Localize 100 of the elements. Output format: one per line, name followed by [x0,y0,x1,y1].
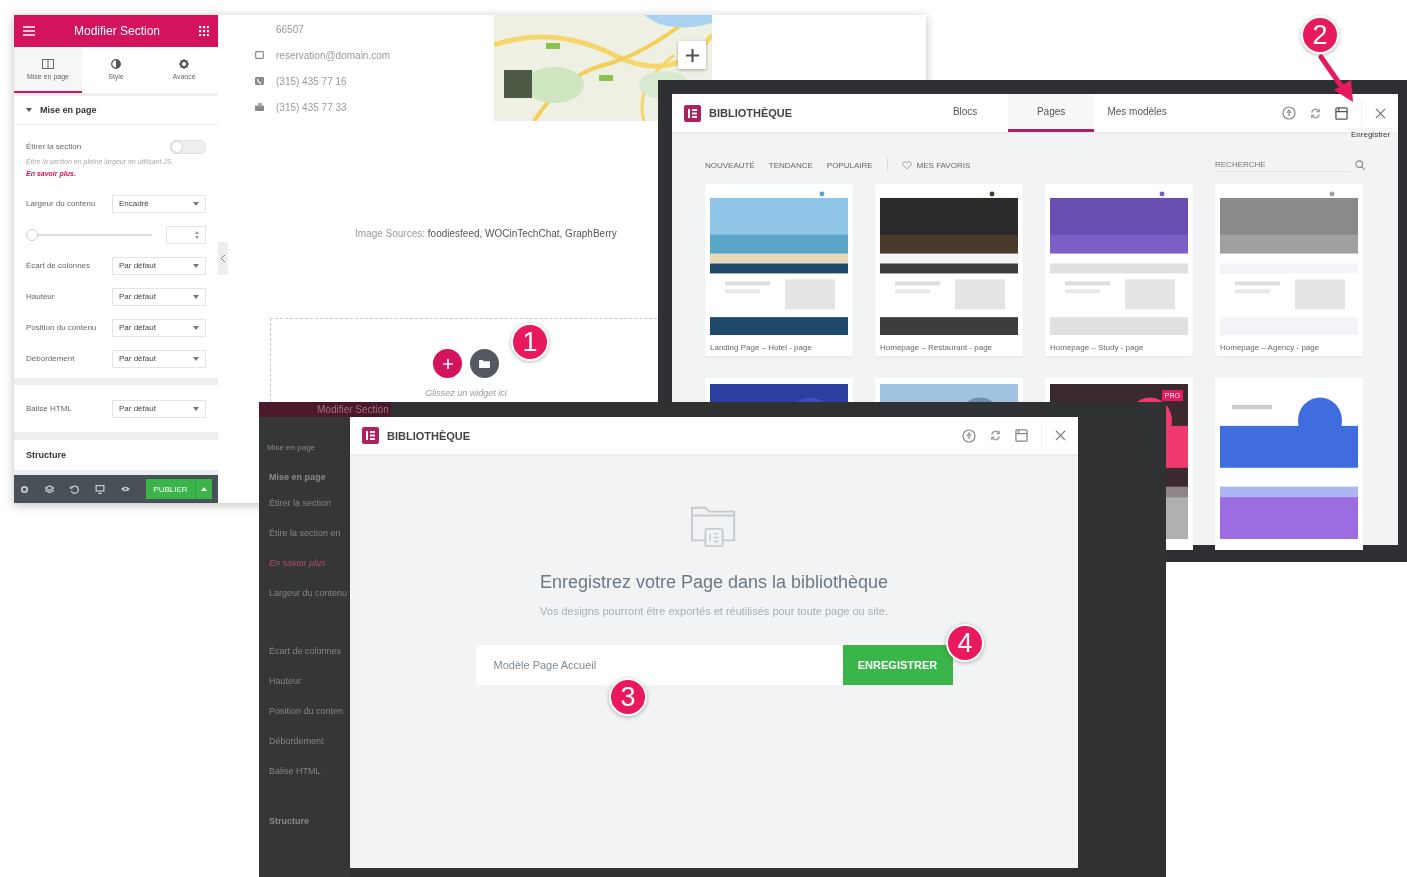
control-label: Balise HTML [26,404,72,413]
template-name-field[interactable]: Modèle Page Accueil [475,645,843,685]
control-label: Étirer la section [26,142,82,151]
select-field[interactable]: Par défaut [112,349,206,368]
help-icon[interactable] [1282,106,1296,120]
add-section-button[interactable] [433,349,462,378]
control-label: Hauteur [268,676,303,688]
template-card[interactable] [1215,378,1363,550]
sync-icon[interactable] [1309,106,1322,120]
template-card[interactable]: Homepage – Restaurant - page [875,184,1023,356]
search-field[interactable]: RECHERCHE [1215,158,1351,172]
contact-text: 66507 [276,23,304,35]
step-marker: 2 [1301,16,1339,54]
layers-icon[interactable] [45,484,54,494]
eye-icon[interactable] [121,486,130,492]
caret-icon [193,325,199,330]
logo-icon [362,427,379,444]
filter-tab[interactable]: TENDANCE [768,160,813,170]
slider-thumb[interactable] [26,228,38,241]
search-icon [1355,160,1365,170]
plus-icon [442,358,453,369]
control-label: Écart de colonnes [26,261,91,270]
caret-icon [193,201,199,206]
filter-tab[interactable]: NOUVEAUTÉ [705,160,755,170]
control-label: Étire la section en [268,528,342,540]
section-header[interactable]: Structure [14,440,218,470]
library-tab[interactable]: Mes modèles [1094,94,1181,132]
panel-title: Modifier Section [259,402,391,417]
modal-title: BIBLIOTHÈQUE [709,107,793,119]
settings-icon [179,58,189,69]
template-title: Homepage – Agency - page [1220,343,1321,352]
contact-text: (315) 435 77 33 [276,101,347,113]
section-title: Structure [268,815,310,828]
collapse-handle[interactable] [218,242,228,275]
close-icon[interactable] [1055,430,1066,441]
select-field[interactable]: Encadré [112,194,206,213]
favorites-filter[interactable]: MES FAVORIS [901,160,971,170]
template-card[interactable]: Homepage – Agency - page [1215,184,1363,356]
filter-tab[interactable]: POPULAIRE [826,160,873,170]
control-label: Écart de colonnes [268,646,343,658]
section-title: Mise en page [268,471,327,484]
control-label: Balise HTML [268,766,322,778]
caret-icon [193,406,199,411]
fax-icon [255,103,264,111]
number-field[interactable] [166,225,206,244]
select-field[interactable]: Par défaut [112,318,206,337]
select-field[interactable]: Par défaut [112,399,206,418]
caret-icon [193,263,199,268]
tab-label: Mise en page [266,442,317,454]
control-label: Hauteur [26,292,55,301]
caret-icon [26,108,32,112]
control-label: Largeur du contenu [268,588,349,600]
drop-hint: Glissez un widget ici [425,388,507,398]
select-field[interactable]: Par défaut [112,256,206,275]
caret-icon [201,487,207,491]
caret-icon [193,294,199,299]
grid-icon[interactable] [199,26,209,36]
image-sources-text: Image Sources: foodiesfeed, WOCinTechChat, GraphBerry [355,228,618,239]
tooltip: Enregistrer [1348,128,1394,141]
library-tab[interactable]: Blocs [922,94,1009,132]
template-title: Homepage – Restaurant - page [880,343,994,352]
dialog-heading: Enregistrez votre Page dans la bibliothèque [539,572,889,593]
zoom-in-button[interactable] [678,41,706,69]
save-icon[interactable] [1015,429,1028,442]
template-title: Landing Page – Hotel - page [710,343,813,352]
close-icon[interactable] [1375,107,1386,119]
desktop-icon[interactable] [95,484,105,494]
save-icon[interactable] [1335,106,1348,120]
add-template-button[interactable] [470,349,499,378]
spinner-icon [195,230,199,239]
contrast-icon [111,58,121,69]
panel-title: Modifier Section [72,24,161,38]
modal-title: BIBLIOTHÈQUE [387,429,471,442]
folder-icon [479,359,490,368]
dialog-description: Vos designs pourront être exportés et réutilisés pour toute page ou site. [540,605,888,617]
sync-icon[interactable] [989,429,1002,442]
history-icon[interactable] [70,484,79,494]
template-card[interactable]: Homepage – Study - page [1045,184,1193,356]
menu-icon[interactable] [23,26,35,36]
section-header[interactable]: Mise en page [14,96,218,124]
control-label: Étirer la section [268,498,333,510]
plus-icon [685,48,699,62]
logo-icon [684,104,701,122]
toggle-switch[interactable] [170,139,206,154]
control-label: Largeur du contenu [26,199,96,208]
select-field[interactable]: Par défaut [112,287,206,306]
help-icon[interactable] [962,428,976,443]
settings-icon[interactable] [20,484,29,494]
columns-icon [42,58,54,69]
contact-text: (315) 435 77 16 [276,75,347,87]
caret-icon [193,356,199,361]
library-tab[interactable]: Pages [1008,94,1095,132]
phone-icon [255,77,264,85]
envelope-icon [255,51,264,59]
heart-icon [901,160,912,170]
control-label: Position du conten [268,706,345,718]
control-label: En savoir plus [268,558,327,570]
template-card[interactable]: Landing Page – Hotel - page [705,184,853,356]
control-label: Débordement [268,736,325,748]
template-title: Homepage – Study - page [1050,343,1145,352]
